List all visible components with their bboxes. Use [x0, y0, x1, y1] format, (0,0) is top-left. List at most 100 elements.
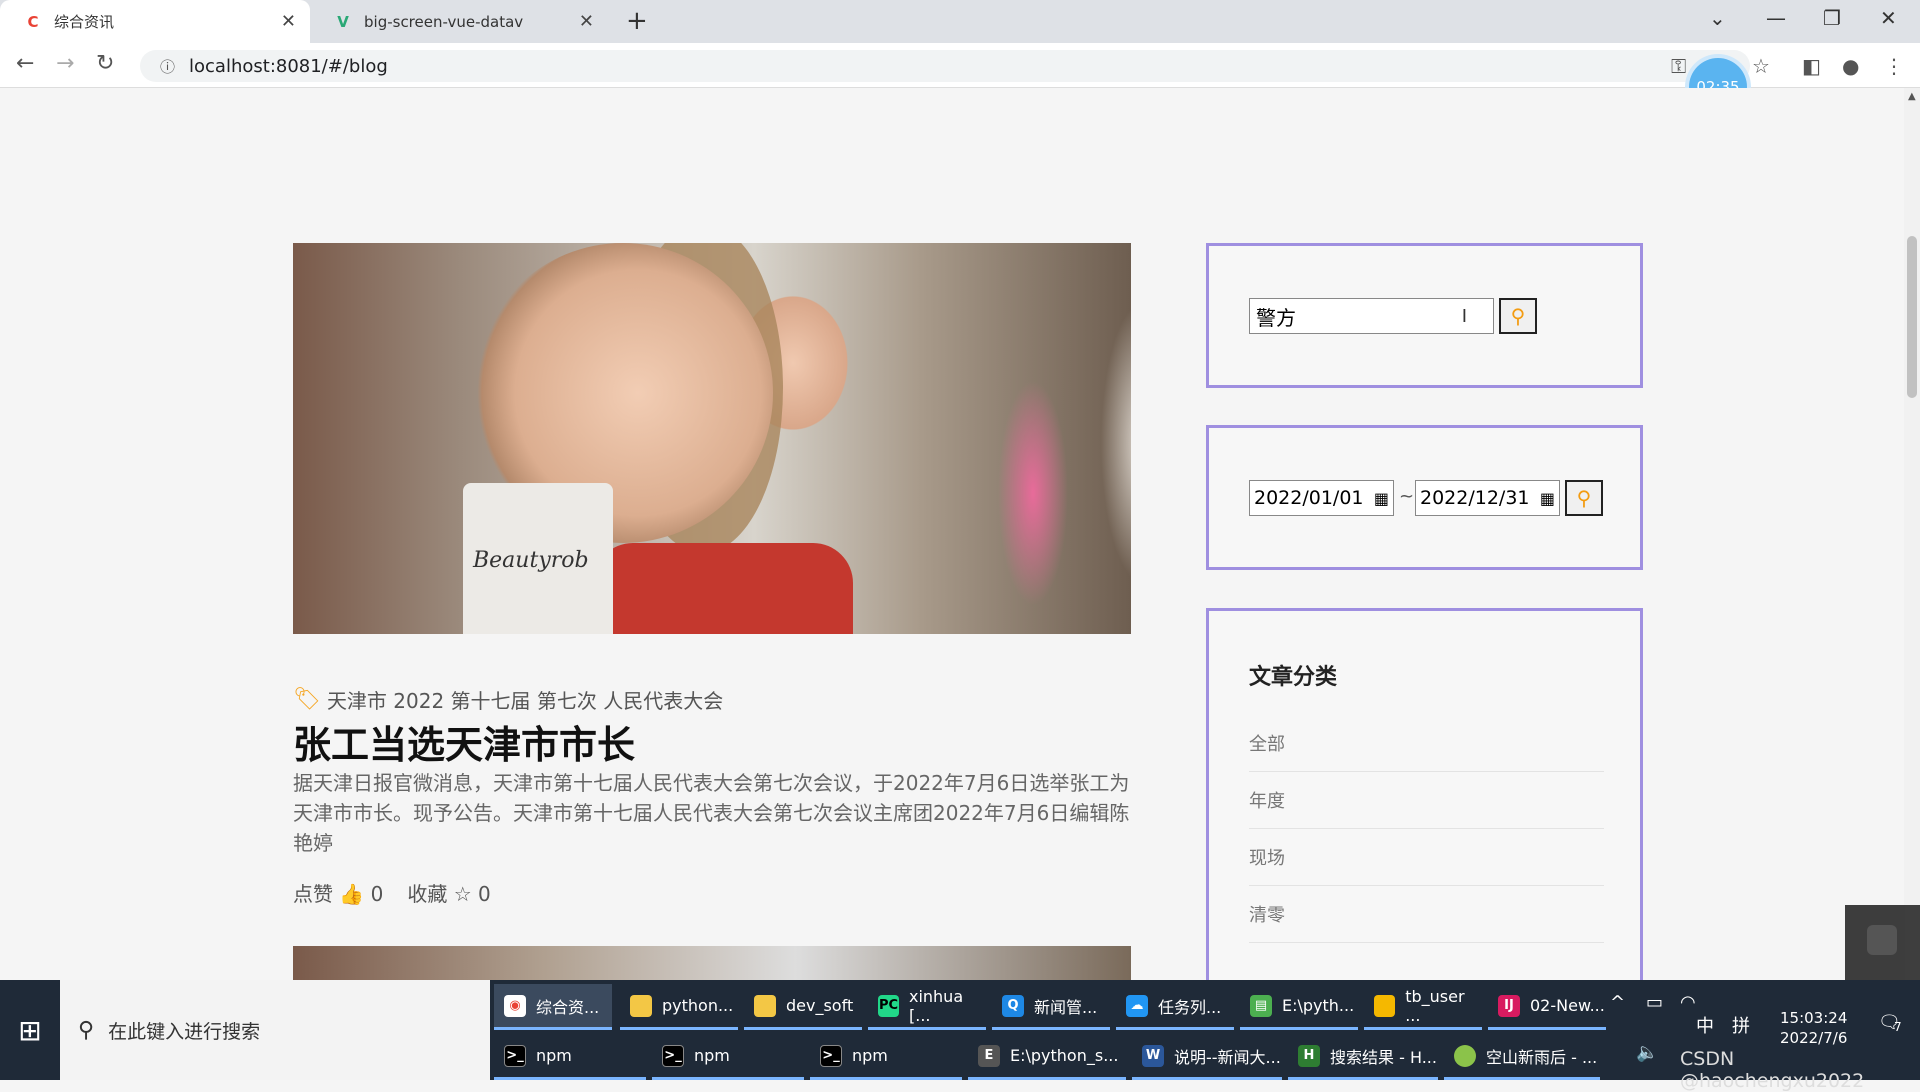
taskbar-app-label: E:\python_s... [1010, 1046, 1119, 1065]
article-cover-image[interactable]: Beautyrob [293, 243, 1131, 634]
taskbar-app[interactable]: W 说明--新闻大... [1132, 1034, 1282, 1080]
minimize-icon[interactable]: — [1766, 6, 1786, 30]
vue-icon: V [337, 12, 349, 31]
key-icon[interactable]: ⚿ [1671, 54, 1686, 78]
bookmark-star-icon[interactable]: ☆ [1752, 54, 1770, 78]
windows-taskbar: ⊞ ⚲ 在此键入进行搜索 ◉ 综合资... python... dev_soft … [0, 980, 1920, 1092]
taskbar-app[interactable]: >_ npm [652, 1034, 804, 1080]
article-tags: 🏷 天津市 2022 第十七届 第七次 人民代表大会 [293, 685, 723, 714]
ime-mode-indicator[interactable]: 中 [1696, 1012, 1714, 1038]
wifi-icon[interactable]: ◠ [1680, 992, 1696, 1013]
tab-title: big-screen-vue-datav [364, 12, 524, 31]
date-filter-card: 2022/01/01 ▦ ~ 2022/12/31 ▦ ⚲ [1206, 425, 1643, 570]
ime-layout-indicator[interactable]: 拼 [1732, 1012, 1750, 1038]
close-tab-icon[interactable]: ✕ [579, 11, 594, 32]
category-item[interactable]: 全部 [1249, 715, 1604, 772]
tab-active[interactable]: C 综合资讯 ✕ [0, 0, 310, 43]
taskbar-app-label: 新闻管... [1034, 997, 1098, 1017]
search-card: 警方 I ⚲ [1206, 243, 1643, 388]
watermark-text: CSDN @haochengxu2022 [1680, 1048, 1865, 1092]
windows-start-icon[interactable]: ⊞ [0, 980, 60, 1080]
category-item[interactable]: 现场 [1249, 829, 1604, 886]
date-search-button[interactable]: ⚲ [1565, 480, 1603, 516]
blog-page: Beautyrob 🏷 天津市 2022 第十七届 第七次 人民代表大会 张工当… [0, 88, 1904, 980]
taskbar-app-label: xinhua [... [908, 986, 964, 1025]
app-icon: Q [1002, 994, 1024, 1017]
category-card: 文章分类 全部 年度 现场 清零 [1206, 608, 1643, 980]
search-icon: ⚲ [1576, 486, 1592, 510]
taskbar-app[interactable]: IJ 02-New... [1488, 984, 1606, 1030]
restore-icon[interactable]: ❐ [1823, 6, 1841, 30]
taskbar-app[interactable]: E E:\python_s... [968, 1034, 1126, 1080]
hero-photo-part [593, 543, 853, 634]
address-toolbar: ← → ↻ ⓘ localhost:8081/#/blog ⚿ ☆ ◧ ● ⋮ [0, 43, 1920, 88]
calendar-icon[interactable]: ▦ [1374, 489, 1389, 508]
search-button[interactable]: ⚲ [1499, 298, 1537, 334]
floating-widget[interactable] [1845, 905, 1920, 980]
tray-chevron-icon[interactable]: ^ [1610, 992, 1625, 1013]
close-tab-icon[interactable]: ✕ [281, 11, 296, 32]
pycharm-icon: PC [878, 994, 899, 1017]
star-icon: ☆ [453, 882, 472, 906]
date-to-input[interactable]: 2022/12/31 ▦ [1415, 480, 1560, 516]
url-text: localhost:8081/#/blog [189, 55, 388, 77]
network-icon[interactable]: ▭ [1646, 992, 1663, 1013]
category-item[interactable]: 清零 [1249, 886, 1604, 943]
notification-count: 7 [1894, 1020, 1902, 1034]
taskbar-app[interactable]: >_ npm [494, 1034, 646, 1080]
next-article-cover-image[interactable] [293, 946, 1131, 980]
terminal-icon: >_ [662, 1044, 684, 1067]
taskbar-app[interactable]: dev_soft [744, 984, 862, 1030]
tab-title: 综合资讯 [54, 13, 115, 31]
taskbar-app-label: npm [536, 1046, 572, 1065]
volume-icon[interactable]: 🔈 [1636, 1042, 1658, 1063]
scroll-thumb[interactable] [1907, 236, 1917, 398]
like-label: 点赞 [293, 882, 333, 906]
date-from-input[interactable]: 2022/01/01 ▦ [1249, 480, 1394, 516]
forward-icon[interactable]: → [56, 51, 74, 76]
taskbar-app[interactable]: tb_user ... [1364, 984, 1482, 1030]
folder-icon [754, 994, 776, 1017]
menu-kebab-icon[interactable]: ⋮ [1884, 54, 1904, 78]
taskbar-app[interactable]: ◉ 综合资... [494, 984, 612, 1030]
chrome-c-icon: C [27, 12, 39, 31]
taskbar-app[interactable]: python... [620, 984, 738, 1030]
taskbar-app[interactable]: >_ npm [810, 1034, 962, 1080]
taskbar-app[interactable]: ☁ 任务列... [1116, 984, 1234, 1030]
article-title[interactable]: 张工当选天津市市长 [293, 714, 635, 769]
taskbar-app-label: E:\pyth... [1282, 996, 1355, 1015]
calendar-icon[interactable]: ▦ [1540, 489, 1555, 508]
page-scrollbar[interactable]: ▲ [1904, 88, 1920, 980]
favorite-button[interactable]: 收藏 ☆ 0 [407, 878, 490, 907]
tab-inactive[interactable]: V big-screen-vue-datav ✕ [310, 0, 608, 43]
taskbar-app-label: tb_user ... [1405, 986, 1465, 1025]
scroll-up-icon[interactable]: ▲ [1908, 91, 1916, 102]
taskbar-app[interactable]: PC xinhua [... [868, 984, 986, 1030]
reload-icon[interactable]: ↻ [96, 51, 114, 76]
taskbar-app[interactable]: ▤ E:\pyth... [1240, 984, 1358, 1030]
clock-date: 2022/7/6 [1780, 1029, 1848, 1047]
taskbar-app[interactable]: H 搜索结果 - H... [1288, 1034, 1438, 1080]
clock-time: 15:03:24 [1780, 1009, 1848, 1027]
taskbar-app[interactable]: 空山新雨后 - ... [1444, 1034, 1600, 1080]
taskbar-clock[interactable]: 15:03:24 2022/7/6 [1780, 1008, 1847, 1048]
like-button[interactable]: 点赞 👍 0 [293, 878, 383, 907]
taskbar-search-box[interactable]: ⚲ 在此键入进行搜索 [60, 980, 490, 1080]
category-item[interactable]: 年度 [1249, 772, 1604, 829]
hbuilder-icon: H [1298, 1044, 1320, 1067]
profile-icon[interactable]: ● [1842, 54, 1859, 78]
close-window-icon[interactable]: ✕ [1880, 6, 1897, 30]
back-icon[interactable]: ← [16, 51, 34, 76]
tab-search-chevron-icon[interactable]: ⌄ [1709, 6, 1726, 30]
side-panel-icon[interactable]: ◧ [1802, 54, 1821, 78]
tab-bar: C 综合资讯 ✕ V big-screen-vue-datav ✕ + ⌄ — … [0, 0, 1920, 43]
new-tab-icon[interactable]: + [626, 6, 648, 36]
taskbar-app-label: npm [852, 1046, 888, 1065]
article-tags-text: 天津市 2022 第十七届 第七次 人民代表大会 [326, 689, 724, 713]
taskbar-app[interactable]: Q 新闻管... [992, 984, 1110, 1030]
chrome-icon: ◉ [504, 994, 526, 1017]
search-input[interactable]: 警方 I [1249, 298, 1494, 334]
favorite-count: 0 [478, 882, 491, 906]
address-field[interactable]: ⓘ localhost:8081/#/blog [140, 50, 1750, 82]
site-info-icon[interactable]: ⓘ [160, 56, 175, 77]
